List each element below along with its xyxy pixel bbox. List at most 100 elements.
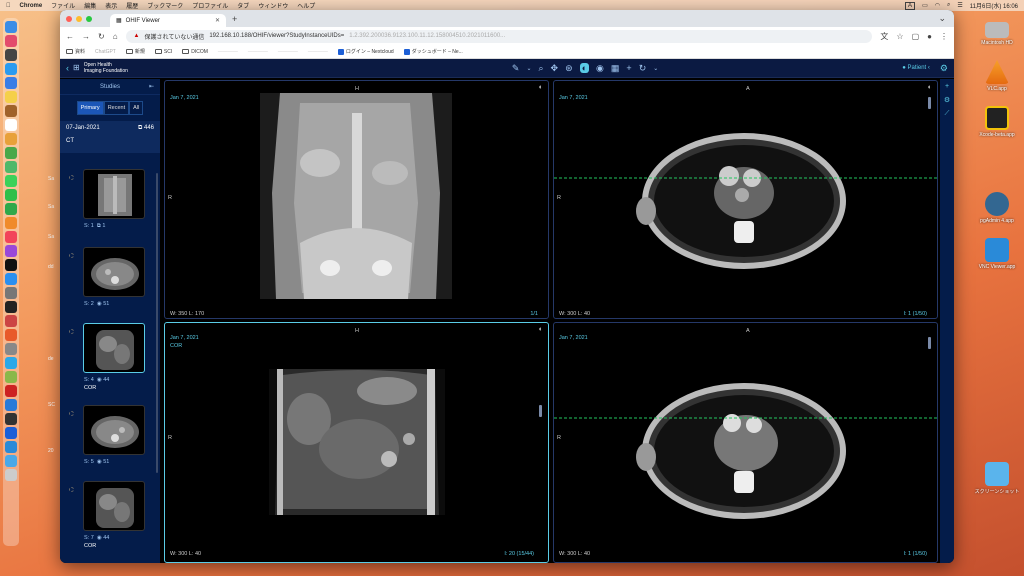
slice-scrollbar[interactable] (928, 97, 931, 109)
menu-item[interactable]: 履歴 (126, 1, 138, 10)
app-icon[interactable] (5, 357, 17, 369)
study-item[interactable]: 07-Jan-2021 ⧉ 446 CT (60, 121, 160, 153)
search-icon[interactable]: ⌕ (947, 2, 950, 9)
trash-icon[interactable] (5, 469, 17, 481)
notes-icon[interactable] (5, 91, 17, 103)
extensions-icon[interactable]: ▢ (912, 32, 920, 41)
app-icon[interactable] (5, 427, 17, 439)
desktop-label[interactable]: 20 (48, 448, 54, 454)
reset-tool-icon[interactable]: ↻ (639, 63, 647, 74)
tv-icon[interactable] (5, 259, 17, 271)
settings-icon[interactable]: ⚙ (944, 96, 950, 104)
wifi-icon[interactable]: ◠ (935, 2, 940, 9)
back-icon[interactable]: ← (66, 32, 74, 41)
mail-icon[interactable] (5, 77, 17, 89)
bookmark[interactable]: ———— (278, 49, 298, 55)
battery-icon[interactable]: ▭ (922, 2, 928, 9)
forward-icon[interactable]: → (82, 32, 90, 41)
home-icon[interactable]: ⌂ (113, 32, 118, 41)
messages-icon[interactable] (5, 175, 17, 187)
menu-item[interactable]: ヘルプ (297, 1, 315, 10)
new-tab-button[interactable]: + (232, 14, 237, 24)
desktop-label[interactable]: Sa (48, 234, 54, 240)
numbers-icon[interactable] (5, 203, 17, 215)
crosshairs-tool-icon[interactable]: ⊛ (565, 63, 573, 74)
menu-icon[interactable]: ⋮ (940, 32, 948, 41)
app-icon[interactable] (5, 371, 17, 383)
bookmark[interactable]: ———— (218, 49, 238, 55)
filezilla-icon[interactable] (5, 385, 17, 397)
studies-tab[interactable]: Studies (100, 84, 120, 90)
pan-tool-icon[interactable]: ✥ (551, 63, 559, 74)
desktop-item-screenshot-folder[interactable]: スクリーンショット (974, 462, 1020, 495)
app-icon[interactable] (5, 315, 17, 327)
menu-item[interactable]: ブックマーク (147, 1, 183, 10)
menu-app-name[interactable]: Chrome (20, 3, 43, 9)
zoom-window-button[interactable] (86, 15, 92, 22)
tab-search-icon[interactable]: ⌄ (938, 13, 946, 24)
panel-scrollbar[interactable] (156, 173, 158, 473)
bookmark-star-icon[interactable]: ☆ (896, 32, 903, 41)
app-icon[interactable] (5, 49, 17, 61)
tab-ohif-viewer[interactable]: ▦ OHIF Viewer ✕ (110, 14, 226, 27)
window-level-tool-icon[interactable]: ◐ (579, 63, 590, 73)
terminal-icon[interactable] (5, 301, 17, 313)
profile-icon[interactable]: ● (927, 32, 932, 41)
desktop-item-xcode[interactable]: Xcode-beta.app (974, 106, 1020, 138)
measure-dropdown-icon[interactable]: ⌄ (526, 65, 531, 72)
omnibox[interactable]: ▲ 保護されていない通信 192.168.10.188/OHIF/viewer?… (125, 29, 873, 43)
measure-tool-icon[interactable]: ✎ (512, 63, 520, 74)
close-window-button[interactable] (66, 15, 72, 22)
pages-icon[interactable] (5, 217, 17, 229)
desktop-item-vnc[interactable]: VNC Viewer.app (974, 238, 1020, 270)
bookmark[interactable]: ChatGPT (95, 49, 116, 55)
bookmark-folder[interactable]: DICOM (182, 49, 208, 55)
settings-gear-icon[interactable]: ⚙ (940, 63, 948, 74)
series-thumbnail[interactable]: S: 2 ◉ 51 (66, 247, 156, 319)
segment-all[interactable]: All (129, 101, 144, 115)
desktop-item-vlc[interactable]: VLC.app (974, 60, 1020, 92)
folder-icon[interactable] (5, 455, 17, 467)
close-tab-icon[interactable]: ✕ (215, 17, 220, 24)
viewport-bottom-left-active[interactable]: Jan 7, 2021 COR H R W: 300 L: 40 I: 20 (… (164, 322, 549, 563)
maps-icon[interactable] (5, 161, 17, 173)
app-store-icon[interactable] (5, 273, 17, 285)
calendar-icon[interactable] (5, 119, 17, 131)
minimize-window-button[interactable] (76, 15, 82, 22)
desktop-label[interactable]: Sa (48, 204, 54, 210)
slice-scrollbar[interactable] (928, 337, 931, 349)
app-icon[interactable] (5, 105, 17, 117)
facetime-icon[interactable] (5, 189, 17, 201)
bookmark-folder[interactable]: 新規 (125, 48, 145, 55)
bookmark-nextcloud-login[interactable]: ログイン – Nextcloud (337, 48, 394, 55)
launchpad-icon[interactable] (5, 35, 17, 47)
safari-icon[interactable] (5, 63, 17, 75)
security-label[interactable]: 保護されていない通信 (145, 32, 205, 41)
desktop-label[interactable]: Sa (48, 176, 54, 182)
music-icon[interactable] (5, 231, 17, 243)
reload-icon[interactable]: ↻ (98, 32, 105, 41)
segment-recent[interactable]: Recent (103, 101, 130, 115)
viewport-top-right[interactable]: Jan 7, 2021 A R W: 300 L: 40 I: 1 (1/50)… (553, 80, 938, 319)
zoom-tool-icon[interactable]: ⌕ (538, 63, 543, 74)
viewport-top-left[interactable]: Jan 7, 2021 H R W: 350 L: 170 1/1 ◐ (164, 80, 549, 319)
menu-item[interactable]: ファイル (51, 1, 75, 10)
back-chevron-icon[interactable]: ‹ (66, 63, 69, 73)
layout-tool-icon[interactable]: ▦ (611, 63, 620, 74)
app-icon[interactable] (5, 413, 17, 425)
desktop-item-pgadmin[interactable]: pgAdmin 4.app (974, 192, 1020, 224)
slice-scrollbar[interactable] (539, 405, 542, 417)
podcasts-icon[interactable] (5, 245, 17, 257)
photos-icon[interactable] (5, 133, 17, 145)
url-text-blurred[interactable]: 1.2.392.200036.9123.100.11.12.158004510.… (349, 33, 505, 39)
more-tools-icon[interactable]: ⌄ (653, 65, 658, 72)
series-thumbnail[interactable]: S: 7 ◉ 44 COR (66, 481, 156, 553)
translate-icon[interactable]: 文 (880, 31, 888, 42)
segment-primary[interactable]: Primary (76, 101, 104, 115)
url-text[interactable]: 192.168.10.188/OHIF/viewer?StudyInstance… (209, 33, 344, 39)
capture-tool-icon[interactable]: ◉ (596, 63, 604, 74)
series-thumbnail-selected[interactable]: S: 4 ◉ 44 COR (66, 323, 156, 395)
collapse-panel-icon[interactable]: ⇤ (149, 83, 154, 90)
input-source-indicator[interactable]: A (905, 1, 916, 10)
viewport-wl-icon[interactable]: ◐ (539, 326, 543, 333)
